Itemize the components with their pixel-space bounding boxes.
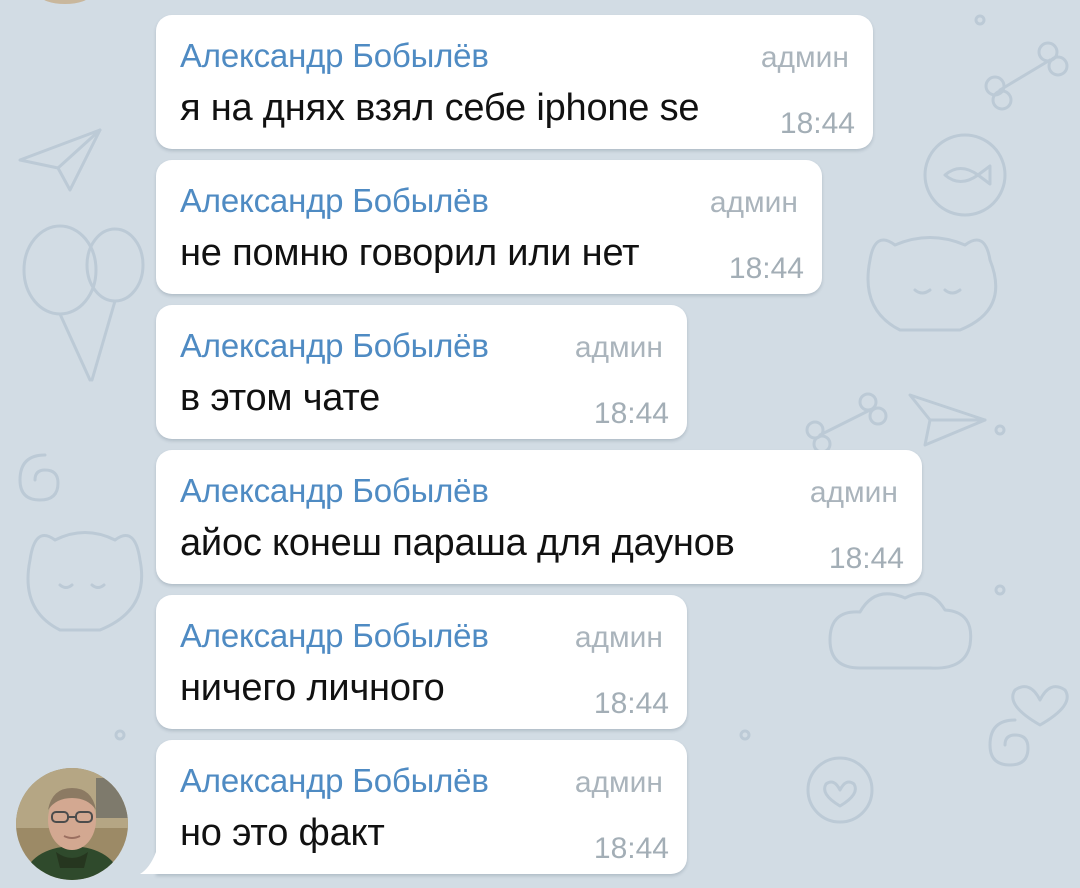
message-text: не помню говорил или нет (180, 232, 640, 274)
message-time: 18:44 (828, 542, 904, 575)
message-time: 18:44 (593, 832, 669, 865)
message-bubble[interactable]: Александр Бобылёв админ я на днях взял с… (156, 15, 873, 149)
message-time: 18:44 (593, 687, 669, 720)
admin-badge: админ (809, 476, 898, 509)
bubble-tail (140, 852, 162, 874)
message-text: ничего личного (180, 667, 445, 709)
message-bubble[interactable]: Александр Бобылёв админ ничего личного 1… (156, 595, 687, 729)
user-photo (16, 768, 128, 880)
message-list[interactable]: Александр Бобылёв админ я на днях взял с… (0, 0, 1080, 888)
message-text: айос конеш параша для даунов (180, 522, 735, 564)
message-bubble[interactable]: Александр Бобылёв админ но это факт 18:4… (156, 740, 687, 874)
message-text: но это факт (180, 812, 385, 854)
admin-badge: админ (574, 331, 663, 364)
sender-name[interactable]: Александр Бобылёв (180, 327, 489, 365)
avatar[interactable] (16, 768, 128, 880)
message-text: в этом чате (180, 377, 381, 419)
message-time: 18:44 (728, 252, 804, 285)
admin-badge: админ (760, 41, 849, 74)
sender-name[interactable]: Александр Бобылёв (180, 182, 489, 220)
admin-badge: админ (574, 621, 663, 654)
sender-name[interactable]: Александр Бобылёв (180, 37, 489, 75)
admin-badge: админ (574, 766, 663, 799)
message-time: 18:44 (593, 397, 669, 430)
sender-name[interactable]: Александр Бобылёв (180, 617, 489, 655)
message-text: я на днях взял себе iphone se (180, 87, 700, 129)
sender-name[interactable]: Александр Бобылёв (180, 762, 489, 800)
message-bubble[interactable]: Александр Бобылёв админ не помню говорил… (156, 160, 822, 294)
admin-badge: админ (709, 186, 798, 219)
message-bubble[interactable]: Александр Бобылёв админ в этом чате 18:4… (156, 305, 687, 439)
sender-name[interactable]: Александр Бобылёв (180, 472, 489, 510)
message-bubble[interactable]: Александр Бобылёв админ айос конеш параш… (156, 450, 922, 584)
message-time: 18:44 (779, 107, 855, 140)
